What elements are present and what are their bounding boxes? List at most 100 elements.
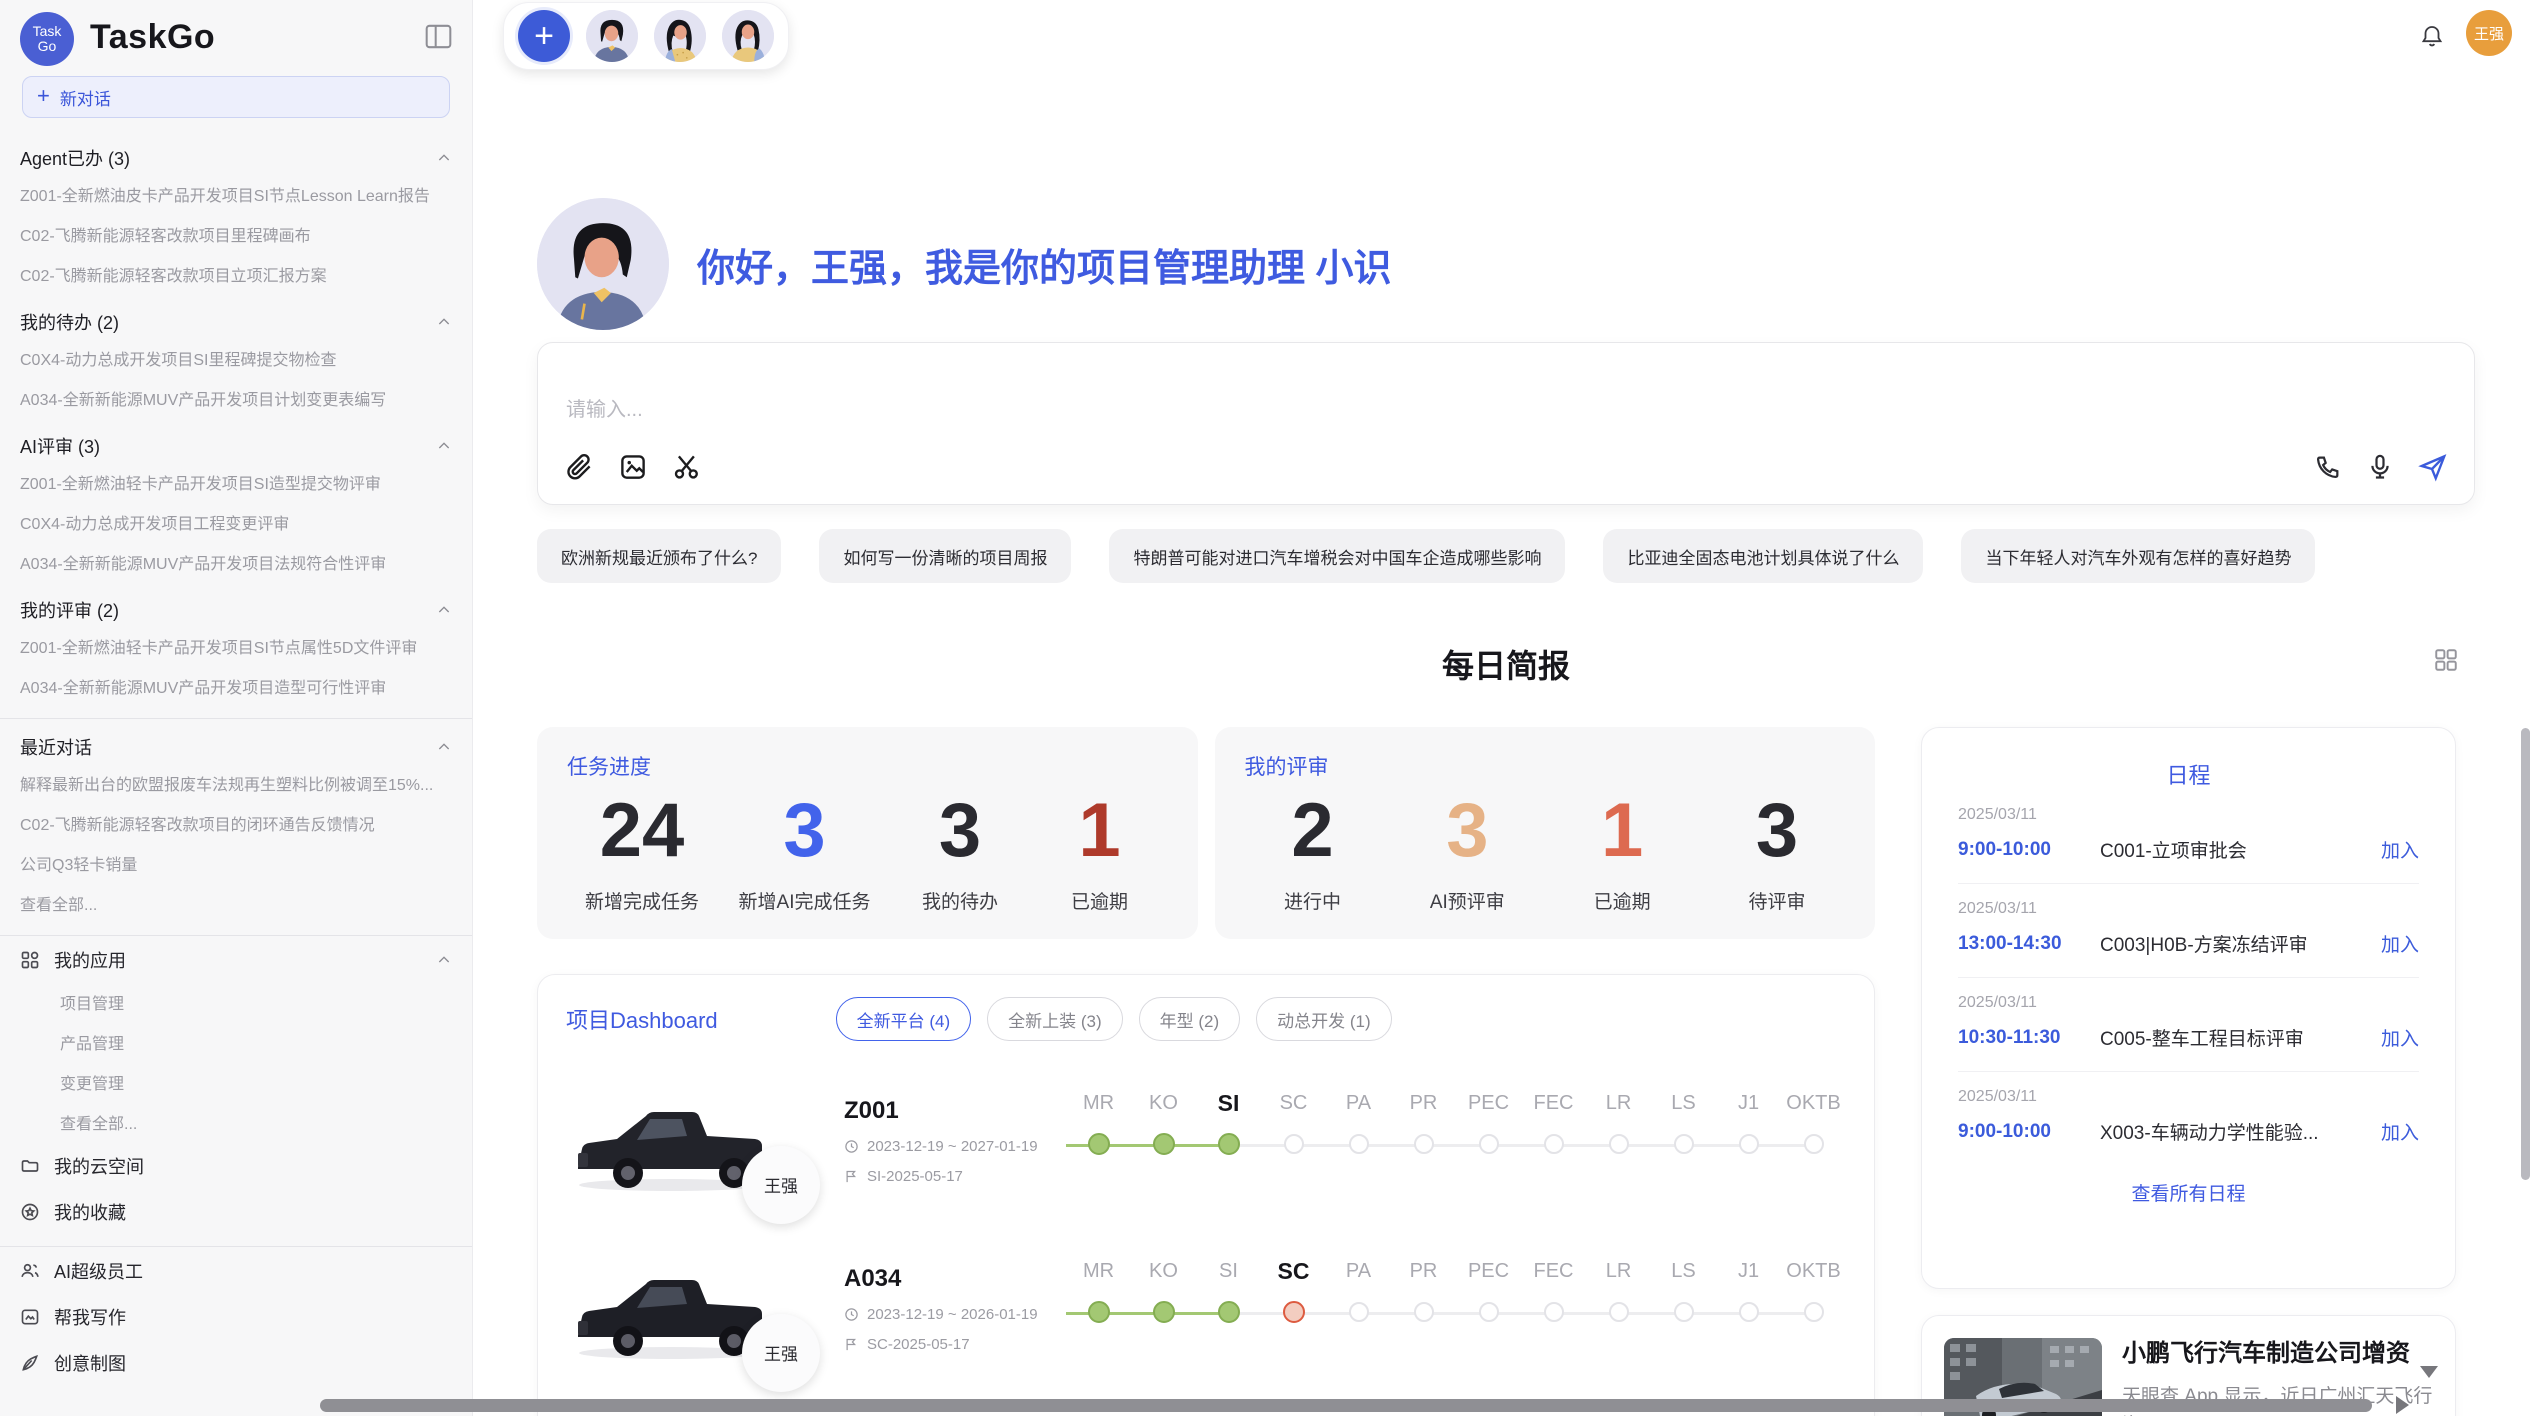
milestone-dot [1218,1133,1240,1155]
sidebar-task-item[interactable]: A034-全新新能源MUV产品开发项目法规符合性评审 [20,542,452,582]
milestone[interactable]: OKTB [1781,1085,1846,1155]
sidebar-task-item[interactable]: C0X4-动力总成开发项目工程变更评审 [20,502,452,542]
filter-pill[interactable]: 全新平台 (4) [836,997,972,1041]
event-join-link[interactable]: 加入 [2381,1118,2419,1145]
section-title: 我的评审 (2) [20,597,119,623]
sidebar-task-item[interactable]: A034-全新新能源MUV产品开发项目计划变更表编写 [20,378,452,418]
sidebar-recent-item[interactable]: C02-飞腾新能源轻客改款项目的闭环通告反馈情况 [20,803,452,843]
sidebar-task-item[interactable]: C0X4-动力总成开发项目SI里程碑提交物检查 [20,338,452,378]
sidebar-recent-item[interactable]: 解释最新出台的欧盟报废车法规再生塑料比例被调至15%... [20,763,452,803]
sidebar-task-item[interactable]: C02-飞腾新能源轻客改款项目立项汇报方案 [20,254,452,294]
milestone[interactable]: LR [1586,1085,1651,1155]
chevron-up-icon[interactable] [436,314,452,330]
metric-value: 2 [1263,791,1363,871]
sidebar-collapse-icon[interactable] [425,24,452,54]
message-composer [537,342,2475,505]
project-code: A034 [844,1265,1066,1293]
sidebar-app-item[interactable]: 变更管理 [60,1062,452,1102]
metric: 3 AI预评审 [1417,791,1517,914]
milestone[interactable]: PEC [1456,1253,1521,1323]
milestone[interactable]: MR [1066,1253,1131,1323]
milestone[interactable]: LR [1586,1253,1651,1323]
milestone[interactable]: KO [1131,1085,1196,1155]
microphone-icon[interactable] [2366,453,2394,481]
event-join-link[interactable]: 加入 [2381,836,2419,863]
suggestion-chip[interactable]: 当下年轻人对汽车外观有怎样的喜好趋势 [1961,529,2315,583]
sidebar-item-cloud-space[interactable]: 我的云空间 [20,1144,452,1188]
chevron-up-icon[interactable] [436,952,452,968]
sidebar-item-my-apps[interactable]: 我的应用 [20,938,452,982]
milestone[interactable]: OKTB [1781,1253,1846,1323]
sidebar-task-item[interactable]: A034-全新新能源MUV产品开发项目造型可行性评审 [20,666,452,706]
recent-view-all-link[interactable]: 查看全部... [20,883,452,923]
milestone[interactable]: SC [1261,1085,1326,1155]
layout-grid-icon[interactable] [2433,647,2459,678]
sidebar-item-ai-super-staff[interactable]: AI超级员工 [20,1249,452,1293]
milestone[interactable]: SI [1196,1085,1261,1155]
new-chat-button[interactable]: + 新对话 [22,76,450,118]
message-input[interactable] [566,399,2166,422]
sidebar-item-favorites[interactable]: 我的收藏 [20,1190,452,1234]
sidebar-task-item[interactable]: C02-飞腾新能源轻客改款项目里程碑画布 [20,214,452,254]
sidebar-item-help-write[interactable]: 帮我写作 [20,1295,452,1339]
schedule-event: 2025/03/11 9:00-10:00 C001-立项审批会 加入 [1958,790,2419,884]
milestone[interactable]: PA [1326,1253,1391,1323]
milestone[interactable]: PEC [1456,1085,1521,1155]
event-join-link[interactable]: 加入 [2381,930,2419,957]
sidebar-app-item[interactable]: 产品管理 [60,1022,452,1062]
image-icon[interactable] [618,452,648,482]
project-row-z001[interactable]: 王强 Z001 2023-12-19 ~ 2027-01-19 [566,1081,1846,1201]
schedule-view-all-link[interactable]: 查看所有日程 [1958,1179,2419,1206]
scissors-icon[interactable] [672,452,702,482]
milestone[interactable]: J1 [1716,1253,1781,1323]
sidebar-task-item[interactable]: Z001-全新燃油轻卡产品开发项目SI造型提交物评审 [20,462,452,502]
sidebar-recent-item[interactable]: 公司Q3轻卡销量 [20,843,452,883]
section-header: Agent已办 (3) [20,142,452,174]
sidebar-item-creative-draw[interactable]: 创意制图 [20,1341,452,1385]
schedule-event: 2025/03/11 13:00-14:30 C003|H0B-方案冻结评审 加… [1958,884,2419,978]
suggestion-chip[interactable]: 欧洲新规最近颁布了什么? [537,529,781,583]
suggestion-chip[interactable]: 如何写一份清晰的项目周报 [819,529,1071,583]
milestone[interactable]: LS [1651,1085,1716,1155]
milestone[interactable]: SC [1261,1253,1326,1323]
chevron-up-icon[interactable] [436,739,452,755]
milestone[interactable]: PA [1326,1085,1391,1155]
suggestion-chip[interactable]: 特朗普可能对进口汽车增税会对中国车企造成哪些影响 [1109,529,1565,583]
suggestion-chip[interactable]: 比亚迪全固态电池计划具体说了什么 [1603,529,1923,583]
milestone[interactable]: FEC [1521,1253,1586,1323]
milestone[interactable]: MR [1066,1085,1131,1155]
filter-pill[interactable]: 动总开发 (1) [1256,997,1392,1041]
divider [0,935,472,936]
milestone-label: PEC [1456,1253,1521,1289]
sidebar-task-item[interactable]: Z001-全新燃油皮卡产品开发项目SI节点Lesson Learn报告 [20,174,452,214]
vertical-scrollbar[interactable] [2521,728,2530,1180]
horizontal-scrollbar[interactable] [320,1399,2372,1412]
sidebar-app-item[interactable]: 项目管理 [60,982,452,1022]
chevron-up-icon[interactable] [436,602,452,618]
scroll-down-arrow-icon[interactable] [2420,1366,2438,1378]
milestone[interactable]: J1 [1716,1085,1781,1155]
star-badge-icon [20,1202,40,1222]
milestone[interactable]: PR [1391,1085,1456,1155]
milestone[interactable]: FEC [1521,1085,1586,1155]
send-icon[interactable] [2418,452,2448,482]
filter-pill[interactable]: 年型 (2) [1139,997,1241,1041]
milestone[interactable]: KO [1131,1253,1196,1323]
schedule-event: 2025/03/11 10:30-11:30 C005-整车工程目标评审 加入 [1958,978,2419,1072]
chevron-up-icon[interactable] [436,438,452,454]
scroll-right-arrow-icon[interactable] [2396,1396,2409,1414]
sidebar-task-item[interactable]: Z001-全新燃油轻卡产品开发项目SI节点属性5D文件评审 [20,626,452,666]
milestone[interactable]: LS [1651,1253,1716,1323]
chevron-up-icon[interactable] [436,150,452,166]
filter-pill[interactable]: 全新上装 (3) [987,997,1123,1041]
project-date-range: 2023-12-19 ~ 2027-01-19 [844,1138,1066,1155]
phone-call-icon[interactable] [2314,453,2342,481]
project-row-a034[interactable]: 王强 A034 2023-12-19 ~ 2026-01-19 [566,1249,1846,1369]
milestone[interactable]: SI [1196,1253,1261,1323]
section-title: 我的待办 (2) [20,309,119,335]
milestone[interactable]: PR [1391,1253,1456,1323]
milestone-label: PA [1326,1253,1391,1289]
attachment-paperclip-icon[interactable] [564,452,594,482]
event-join-link[interactable]: 加入 [2381,1024,2419,1051]
sidebar-app-item[interactable]: 查看全部... [60,1102,452,1142]
